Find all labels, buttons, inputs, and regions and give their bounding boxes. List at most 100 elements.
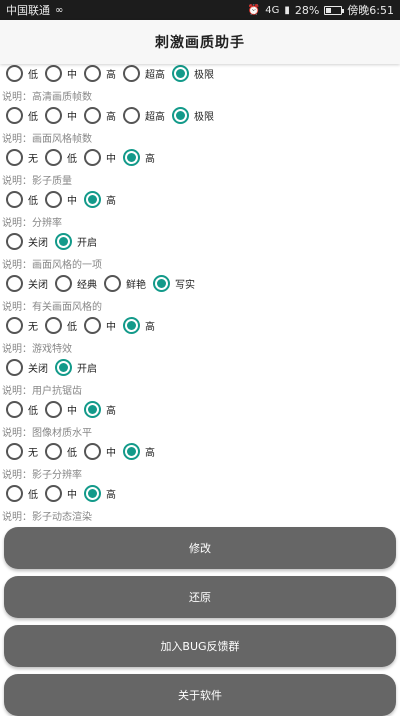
setting-description: 说明：影子质量 <box>2 176 72 187</box>
radio-option[interactable]: 中 <box>45 64 77 82</box>
radio-option[interactable]: 低 <box>6 190 38 208</box>
radio-unchecked-icon[interactable] <box>45 442 62 460</box>
radio-option[interactable]: 关闭 <box>6 232 48 250</box>
radio-checked-icon[interactable] <box>172 106 189 124</box>
radio-checked-icon[interactable] <box>123 442 140 460</box>
radio-option[interactable]: 无 <box>6 148 38 166</box>
radio-option[interactable]: 高 <box>123 442 155 460</box>
radio-unchecked-icon[interactable] <box>6 64 23 82</box>
radio-option[interactable]: 关闭 <box>6 274 48 292</box>
radio-unchecked-icon[interactable] <box>84 316 101 334</box>
radio-option[interactable]: 高 <box>84 64 116 82</box>
radio-unchecked-icon[interactable] <box>6 442 23 460</box>
radio-option[interactable]: 高 <box>84 190 116 208</box>
radio-checked-icon[interactable] <box>123 316 140 334</box>
radio-option[interactable]: 关闭 <box>6 358 48 376</box>
radio-option[interactable]: 高 <box>84 484 116 502</box>
radio-option-label: 低 <box>28 195 38 207</box>
settings-list[interactable]: 低中高超高 极限 说明：高清画质帧数低中高超高 极限 说明：画面风格帧数无低中高说明：影… <box>0 64 400 524</box>
radio-unchecked-icon[interactable] <box>84 64 101 82</box>
radio-option[interactable]: 中 <box>45 190 77 208</box>
radio-unchecked-icon[interactable] <box>45 148 62 166</box>
setting-description: 说明：游戏特效 <box>2 344 72 355</box>
radio-option[interactable]: 经典 <box>55 274 97 292</box>
radio-option-label: 中 <box>67 195 77 207</box>
radio-option-label: 超高 <box>145 69 165 81</box>
radio-unchecked-icon[interactable] <box>6 190 23 208</box>
radio-option[interactable]: 极限 <box>172 64 214 82</box>
app-title: 刺激画质助手 <box>155 35 245 51</box>
radio-unchecked-icon[interactable] <box>6 232 23 250</box>
radio-unchecked-icon[interactable] <box>55 274 72 292</box>
setting-description: 说明：有关画面风格的 <box>2 302 102 313</box>
radio-unchecked-icon[interactable] <box>6 484 23 502</box>
radio-option[interactable]: 低 <box>6 484 38 502</box>
radio-unchecked-icon[interactable] <box>45 484 62 502</box>
setting-row: 关闭 开启 说明：用户抗锯齿 <box>0 357 400 399</box>
setting-description: 说明：分辨率 <box>2 218 62 229</box>
about-button[interactable]: 关于软件 <box>4 674 396 716</box>
radio-unchecked-icon[interactable] <box>45 106 62 124</box>
radio-unchecked-icon[interactable] <box>6 358 23 376</box>
radio-option-label: 高 <box>106 405 116 417</box>
radio-unchecked-icon[interactable] <box>123 106 140 124</box>
radio-option[interactable]: 超高 <box>123 64 165 82</box>
radio-checked-icon[interactable] <box>84 190 101 208</box>
radio-option[interactable]: 中 <box>84 316 116 334</box>
radio-unchecked-icon[interactable] <box>6 316 23 334</box>
radio-option[interactable]: 高 <box>123 316 155 334</box>
radio-checked-icon[interactable] <box>153 274 170 292</box>
radio-option[interactable]: 高 <box>84 400 116 418</box>
restore-button[interactable]: 还原 <box>4 576 396 618</box>
radio-group: 无低中高 <box>6 441 162 461</box>
radio-option[interactable]: 无 <box>6 442 38 460</box>
radio-option-label: 超高 <box>145 111 165 123</box>
radio-option[interactable]: 低 <box>6 400 38 418</box>
radio-option[interactable]: 开启 <box>55 232 97 250</box>
radio-option[interactable]: 中 <box>45 400 77 418</box>
radio-option[interactable]: 鲜艳 <box>104 274 146 292</box>
radio-unchecked-icon[interactable] <box>84 442 101 460</box>
radio-checked-icon[interactable] <box>172 64 189 82</box>
radio-option[interactable]: 无 <box>6 316 38 334</box>
radio-unchecked-icon[interactable] <box>84 106 101 124</box>
radio-option[interactable]: 中 <box>84 442 116 460</box>
radio-unchecked-icon[interactable] <box>45 190 62 208</box>
radio-unchecked-icon[interactable] <box>45 400 62 418</box>
radio-option[interactable]: 中 <box>45 484 77 502</box>
radio-unchecked-icon[interactable] <box>45 64 62 82</box>
radio-option[interactable]: 写实 <box>153 274 195 292</box>
radio-checked-icon[interactable] <box>84 400 101 418</box>
app-bar: 刺激画质助手 <box>0 20 400 64</box>
join-bug-group-button[interactable]: 加入BUG反馈群 <box>4 625 396 667</box>
radio-unchecked-icon[interactable] <box>6 148 23 166</box>
radio-option[interactable]: 开启 <box>55 358 97 376</box>
radio-option[interactable]: 极限 <box>172 106 214 124</box>
radio-checked-icon[interactable] <box>123 148 140 166</box>
radio-checked-icon[interactable] <box>55 358 72 376</box>
signal-4g-label: 4G <box>265 4 280 16</box>
radio-unchecked-icon[interactable] <box>84 148 101 166</box>
radio-checked-icon[interactable] <box>84 484 101 502</box>
radio-option[interactable]: 低 <box>6 106 38 124</box>
radio-option[interactable]: 超高 <box>123 106 165 124</box>
radio-option[interactable]: 中 <box>45 106 77 124</box>
radio-option[interactable]: 中 <box>84 148 116 166</box>
radio-option-label: 极限 <box>194 69 214 81</box>
radio-unchecked-icon[interactable] <box>6 400 23 418</box>
radio-option[interactable]: 高 <box>123 148 155 166</box>
radio-unchecked-icon[interactable] <box>6 106 23 124</box>
radio-option[interactable]: 低 <box>45 148 77 166</box>
status-bar: 中国联通 ∞ ⏰ 4G ▮ 28% 傍晚6:51 <box>0 0 400 20</box>
radio-unchecked-icon[interactable] <box>45 316 62 334</box>
radio-option-label: 低 <box>28 405 38 417</box>
radio-option[interactable]: 高 <box>84 106 116 124</box>
radio-option[interactable]: 低 <box>45 316 77 334</box>
radio-option[interactable]: 低 <box>45 442 77 460</box>
radio-checked-icon[interactable] <box>55 232 72 250</box>
modify-button[interactable]: 修改 <box>4 527 396 569</box>
radio-unchecked-icon[interactable] <box>104 274 121 292</box>
radio-unchecked-icon[interactable] <box>123 64 140 82</box>
radio-unchecked-icon[interactable] <box>6 274 23 292</box>
radio-option[interactable]: 低 <box>6 64 38 82</box>
